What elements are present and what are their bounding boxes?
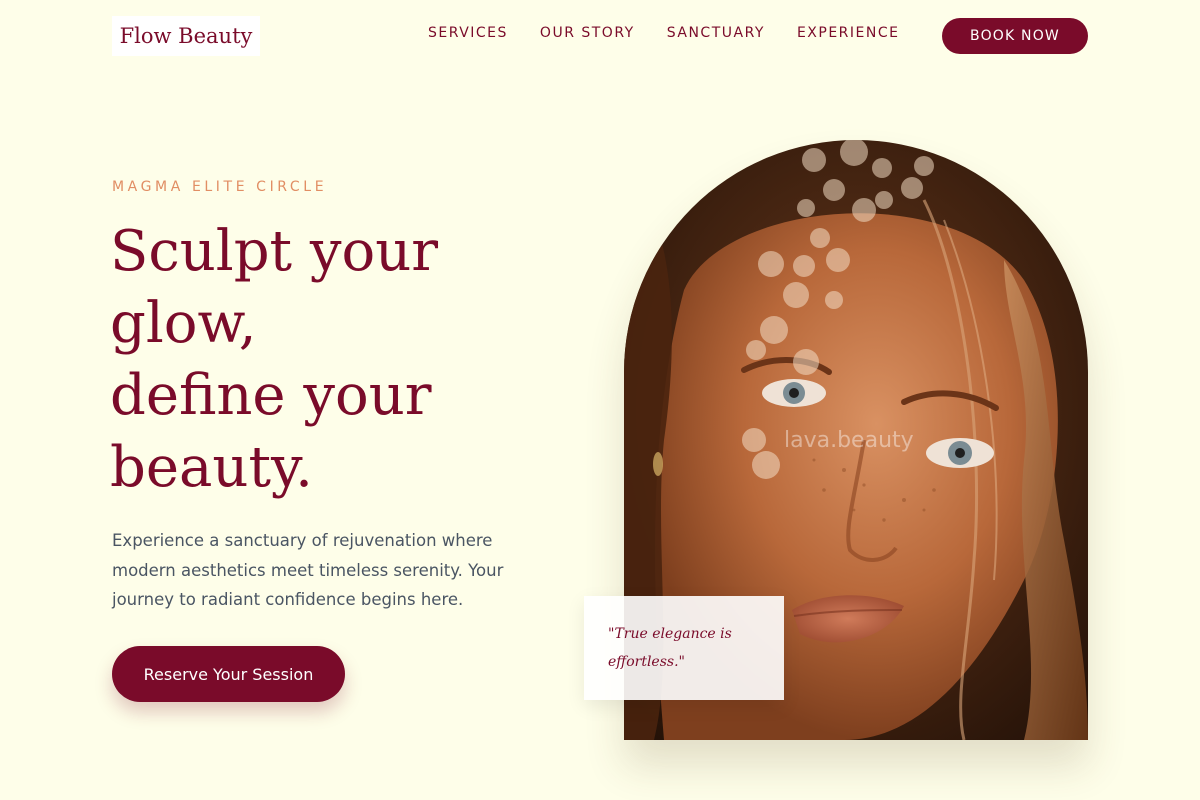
site-header: Flow Beauty SERVICES OUR STORY SANCTUARY…: [0, 0, 1200, 72]
nav-services[interactable]: SERVICES: [428, 25, 508, 41]
testimonial-card: "True elegance is effortless.": [584, 596, 784, 700]
main-nav: SERVICES OUR STORY SANCTUARY EXPERIENCE: [428, 25, 899, 41]
headline-line: glow,: [110, 291, 257, 356]
book-now-button[interactable]: BOOK NOW: [942, 18, 1088, 54]
reserve-session-button[interactable]: Reserve Your Session: [112, 646, 345, 702]
nav-our-story[interactable]: OUR STORY: [540, 25, 635, 41]
nav-experience[interactable]: EXPERIENCE: [797, 25, 900, 41]
logo[interactable]: Flow Beauty: [112, 16, 260, 56]
hero-headline: Sculpt your glow, define your beauty.: [110, 216, 580, 504]
image-watermark: lava.beauty: [784, 428, 914, 453]
nav-sanctuary[interactable]: SANCTUARY: [667, 25, 765, 41]
hero-eyebrow: MAGMA ELITE CIRCLE: [112, 179, 328, 195]
headline-line: define your: [110, 363, 432, 428]
headline-line: beauty.: [110, 435, 313, 500]
hero-description: Experience a sanctuary of rejuvenation w…: [112, 531, 504, 609]
testimonial-quote: "True elegance is effortless.": [608, 626, 732, 670]
headline-line: Sculpt your: [110, 219, 439, 284]
